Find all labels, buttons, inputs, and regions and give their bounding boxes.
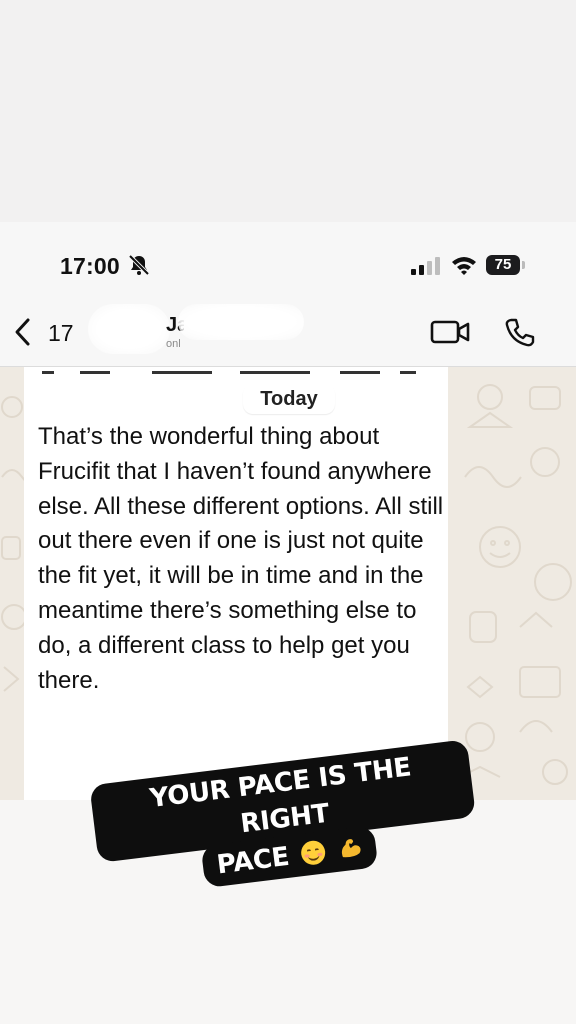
contact-status: onl bbox=[166, 338, 181, 350]
phone-icon[interactable] bbox=[504, 317, 536, 349]
battery-tip bbox=[522, 261, 525, 269]
wifi-icon bbox=[452, 257, 476, 275]
smiling-face-icon bbox=[300, 839, 327, 867]
battery-indicator: 75 bbox=[486, 255, 520, 275]
unread-count[interactable]: 17 bbox=[48, 320, 74, 347]
avatar[interactable] bbox=[88, 304, 170, 354]
video-camera-icon[interactable] bbox=[430, 318, 470, 346]
caption-line-2-text: PACE bbox=[215, 841, 291, 881]
flexed-biceps-icon bbox=[341, 839, 361, 858]
status-time: 17:00 bbox=[60, 253, 120, 279]
clipped-previous-line bbox=[40, 368, 420, 382]
story-canvas: 17:00 75 17 Ja onl bbox=[0, 0, 576, 1024]
story-top-padding bbox=[0, 0, 576, 222]
redaction-blur bbox=[178, 304, 304, 340]
chevron-left-icon[interactable] bbox=[12, 317, 34, 347]
message-text: That’s the wonderful thing about Frucifi… bbox=[38, 423, 444, 694]
cellular-signal-icon bbox=[411, 257, 440, 275]
bell-slash-icon bbox=[128, 254, 150, 276]
date-separator: Today bbox=[243, 384, 335, 414]
chat-screenshot: 17:00 75 17 Ja onl bbox=[0, 222, 576, 800]
